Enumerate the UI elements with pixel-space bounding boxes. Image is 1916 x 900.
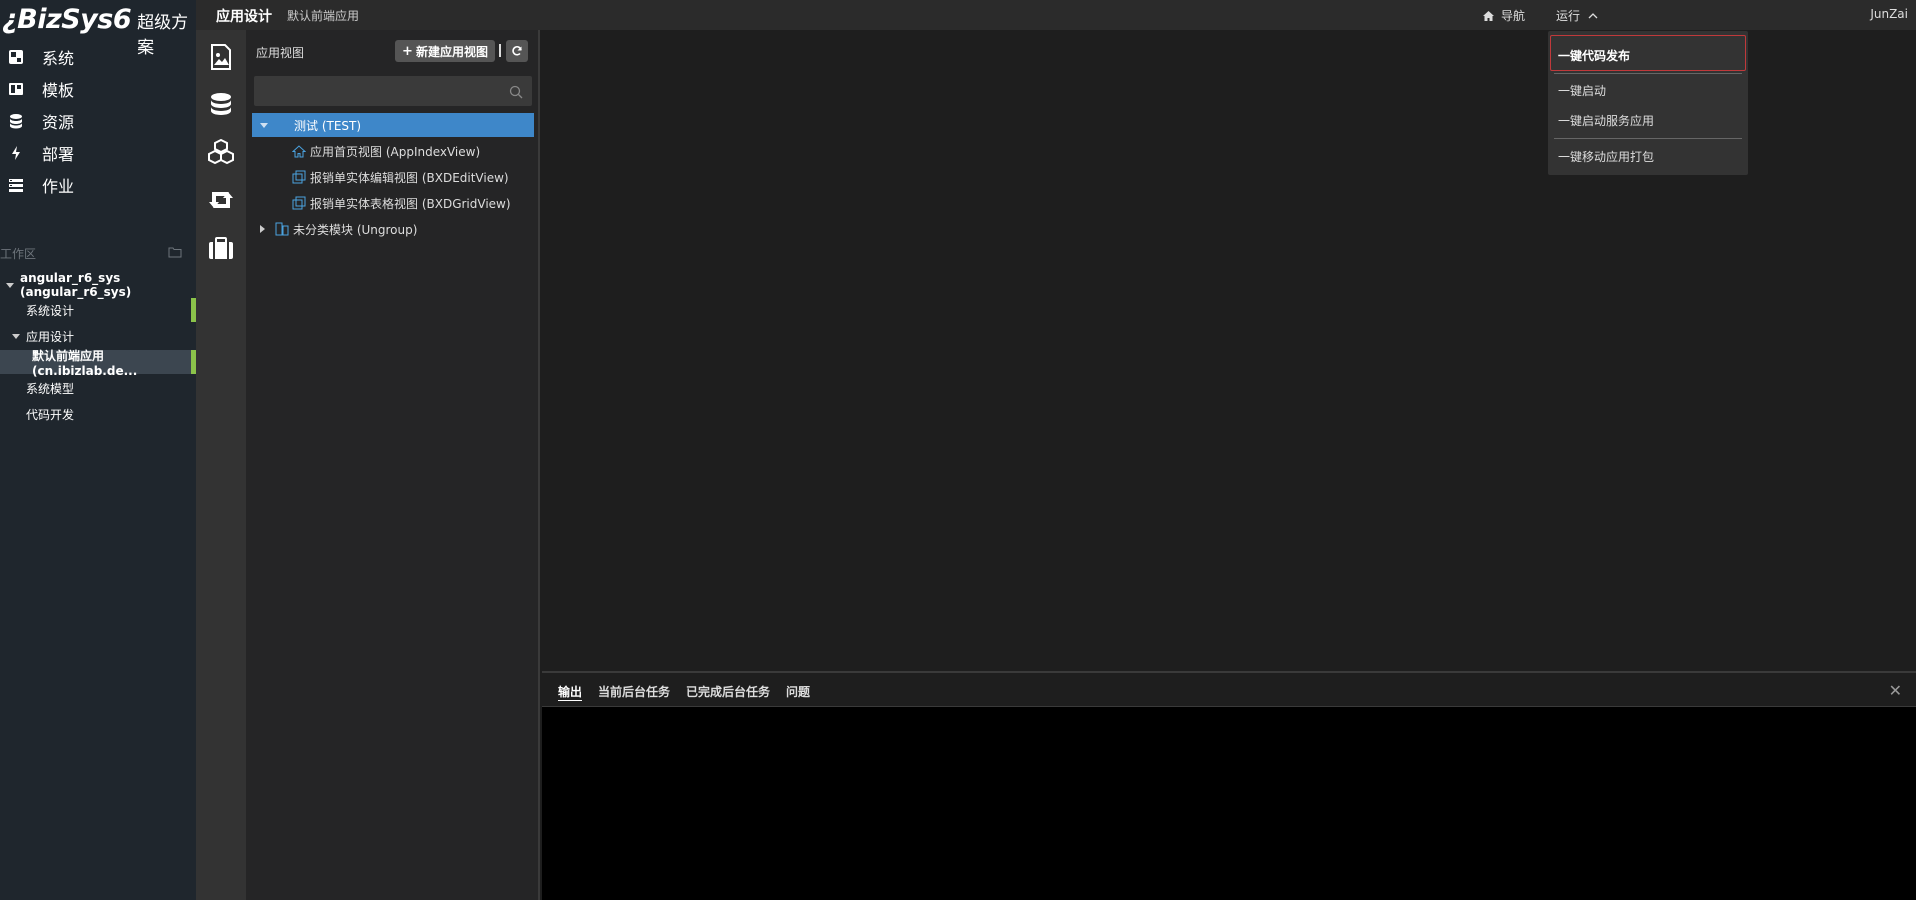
nav-label: 系统 bbox=[42, 49, 75, 68]
tree-item-app-index-view[interactable]: 应用首页视图 (AppIndexView) bbox=[292, 139, 480, 163]
home-icon bbox=[1483, 10, 1494, 21]
menu-item-start-service[interactable]: 一键启动服务应用 bbox=[1558, 112, 1654, 129]
tree-item-code-dev[interactable]: 代码开发 bbox=[0, 402, 196, 426]
refresh-button[interactable] bbox=[506, 40, 528, 62]
output-panel: 输出 当前后台任务 已完成后台任务 问题 ✕ bbox=[542, 671, 1916, 900]
nav-label: 作业 bbox=[42, 177, 75, 196]
tree-label: 应用设计 bbox=[26, 329, 75, 344]
tree-label: 测试 (TEST) bbox=[294, 118, 362, 133]
caret-right-icon bbox=[260, 225, 265, 233]
search-icon[interactable] bbox=[509, 84, 523, 103]
tree-item-app-design[interactable]: 应用设计 bbox=[0, 324, 196, 348]
left-sidebar: ¿BizSys6 超级方案 系统 模板 资源 部署 作业 工作区 angular… bbox=[0, 0, 196, 900]
run-menu-button[interactable]: 运行 bbox=[1556, 7, 1598, 24]
nav-label: 模板 bbox=[42, 81, 75, 100]
retweet-icon[interactable] bbox=[206, 185, 236, 215]
template-icon bbox=[8, 81, 24, 97]
caret-down-icon bbox=[6, 282, 14, 288]
nav-item-tasks[interactable]: 作业 bbox=[8, 171, 74, 199]
home-icon bbox=[292, 144, 306, 157]
image-icon[interactable] bbox=[206, 42, 236, 72]
system-icon bbox=[8, 49, 24, 65]
toolbar-divider bbox=[499, 44, 501, 57]
nav-label: 导航 bbox=[1501, 9, 1526, 23]
new-button-label: 新建应用视图 bbox=[415, 44, 488, 59]
tree-label: 系统设计 bbox=[26, 303, 75, 318]
view-copy-icon bbox=[292, 170, 306, 184]
tree-item-project[interactable]: angular_r6_sys (angular_r6_sys) bbox=[0, 271, 196, 299]
lightning-icon bbox=[8, 145, 24, 161]
menu-item-mobile-package[interactable]: 一键移动应用打包 bbox=[1558, 148, 1654, 165]
tree-label: 报销单实体编辑视图 (BXDEditView) bbox=[310, 170, 509, 185]
tree-item-system-design[interactable]: 系统设计 bbox=[0, 298, 196, 322]
nav-item-template[interactable]: 模板 bbox=[8, 75, 74, 103]
tree-label: 未分类模块 (Ungroup) bbox=[293, 222, 418, 237]
app-logo: ¿BizSys6 超级方案 bbox=[2, 4, 196, 58]
workspace-label: 工作区 bbox=[0, 246, 37, 261]
caret-down-icon bbox=[12, 333, 20, 339]
tree-item-test-module[interactable]: 测试 (TEST) bbox=[252, 113, 534, 137]
tree-label: angular_r6_sys (angular_r6_sys) bbox=[20, 271, 132, 299]
nav-item-resource[interactable]: 资源 bbox=[8, 107, 74, 135]
user-name[interactable]: JunZai bbox=[1870, 7, 1908, 21]
tree-label: 默认前端应用 (cn.ibizlab.de... bbox=[32, 348, 138, 378]
menu-divider bbox=[1554, 138, 1742, 139]
nav-label: 部署 bbox=[42, 145, 75, 164]
tab-problems[interactable]: 问题 bbox=[786, 683, 810, 700]
page-subtitle: 默认前端应用 bbox=[287, 9, 360, 23]
workspace-header: 工作区 bbox=[0, 244, 190, 262]
output-tabs: 输出 当前后台任务 已完成后台任务 问题 ✕ bbox=[542, 673, 1916, 707]
module-icon bbox=[275, 222, 289, 236]
logo-brand: ¿BizSys6 bbox=[2, 4, 132, 35]
run-dropdown-menu: 一键代码发布 一键启动 一键启动服务应用 一键移动应用打包 bbox=[1548, 31, 1748, 175]
app-view-panel: 应用视图 + 新建应用视图 测试 (TEST) 应用首页视图 (AppIndex… bbox=[246, 30, 540, 900]
tree-label: 系统模型 bbox=[26, 381, 75, 396]
folder-open-icon[interactable] bbox=[168, 246, 182, 261]
nav-item-deploy[interactable]: 部署 bbox=[8, 139, 74, 167]
refresh-icon bbox=[512, 46, 522, 56]
logo-subtitle: 超级方案 bbox=[137, 13, 189, 58]
search-input[interactable] bbox=[254, 76, 532, 106]
tree-label: 报销单实体表格视图 (BXDGridView) bbox=[310, 196, 511, 211]
tree-item-edit-view[interactable]: 报销单实体编辑视图 (BXDEditView) bbox=[292, 165, 509, 189]
new-app-view-button[interactable]: + 新建应用视图 bbox=[395, 40, 495, 62]
tab-current-tasks[interactable]: 当前后台任务 bbox=[598, 683, 670, 700]
tree-label: 代码开发 bbox=[26, 407, 75, 422]
tool-icon-column bbox=[196, 30, 246, 900]
tree-item-grid-view[interactable]: 报销单实体表格视图 (BXDGridView) bbox=[292, 191, 511, 215]
tree-item-default-frontend[interactable]: 默认前端应用 (cn.ibizlab.de... bbox=[0, 349, 196, 378]
run-label: 运行 bbox=[1556, 9, 1581, 23]
menu-item-start[interactable]: 一键启动 bbox=[1558, 82, 1606, 99]
menu-divider bbox=[1554, 73, 1742, 74]
chevron-up-icon bbox=[1588, 12, 1598, 18]
tab-output[interactable]: 输出 bbox=[558, 683, 583, 701]
close-icon[interactable]: ✕ bbox=[1889, 681, 1902, 700]
top-bar: 应用设计 默认前端应用 导航 运行 JunZai bbox=[196, 0, 1916, 30]
panel-title: 应用视图 bbox=[256, 46, 305, 60]
tasks-icon bbox=[8, 177, 24, 193]
cubes-icon[interactable] bbox=[206, 137, 236, 167]
plus-icon: + bbox=[402, 43, 413, 59]
database-icon bbox=[8, 113, 24, 129]
database-icon[interactable] bbox=[206, 90, 236, 120]
view-copy-icon bbox=[292, 196, 306, 210]
nav-item-system[interactable]: 系统 bbox=[8, 43, 74, 71]
tab-completed-tasks[interactable]: 已完成后台任务 bbox=[686, 683, 770, 700]
nav-label: 资源 bbox=[42, 113, 75, 132]
briefcase-icon[interactable] bbox=[206, 233, 236, 263]
module-icon bbox=[278, 120, 288, 130]
caret-down-icon bbox=[260, 122, 268, 128]
menu-item-publish-code[interactable]: 一键代码发布 bbox=[1558, 47, 1630, 64]
page-title: 应用设计 bbox=[216, 9, 272, 25]
tree-item-system-model[interactable]: 系统模型 bbox=[0, 376, 196, 400]
tree-label: 应用首页视图 (AppIndexView) bbox=[310, 144, 481, 159]
nav-button[interactable]: 导航 bbox=[1482, 7, 1525, 24]
tree-item-ungroup[interactable]: 未分类模块 (Ungroup) bbox=[260, 217, 417, 241]
